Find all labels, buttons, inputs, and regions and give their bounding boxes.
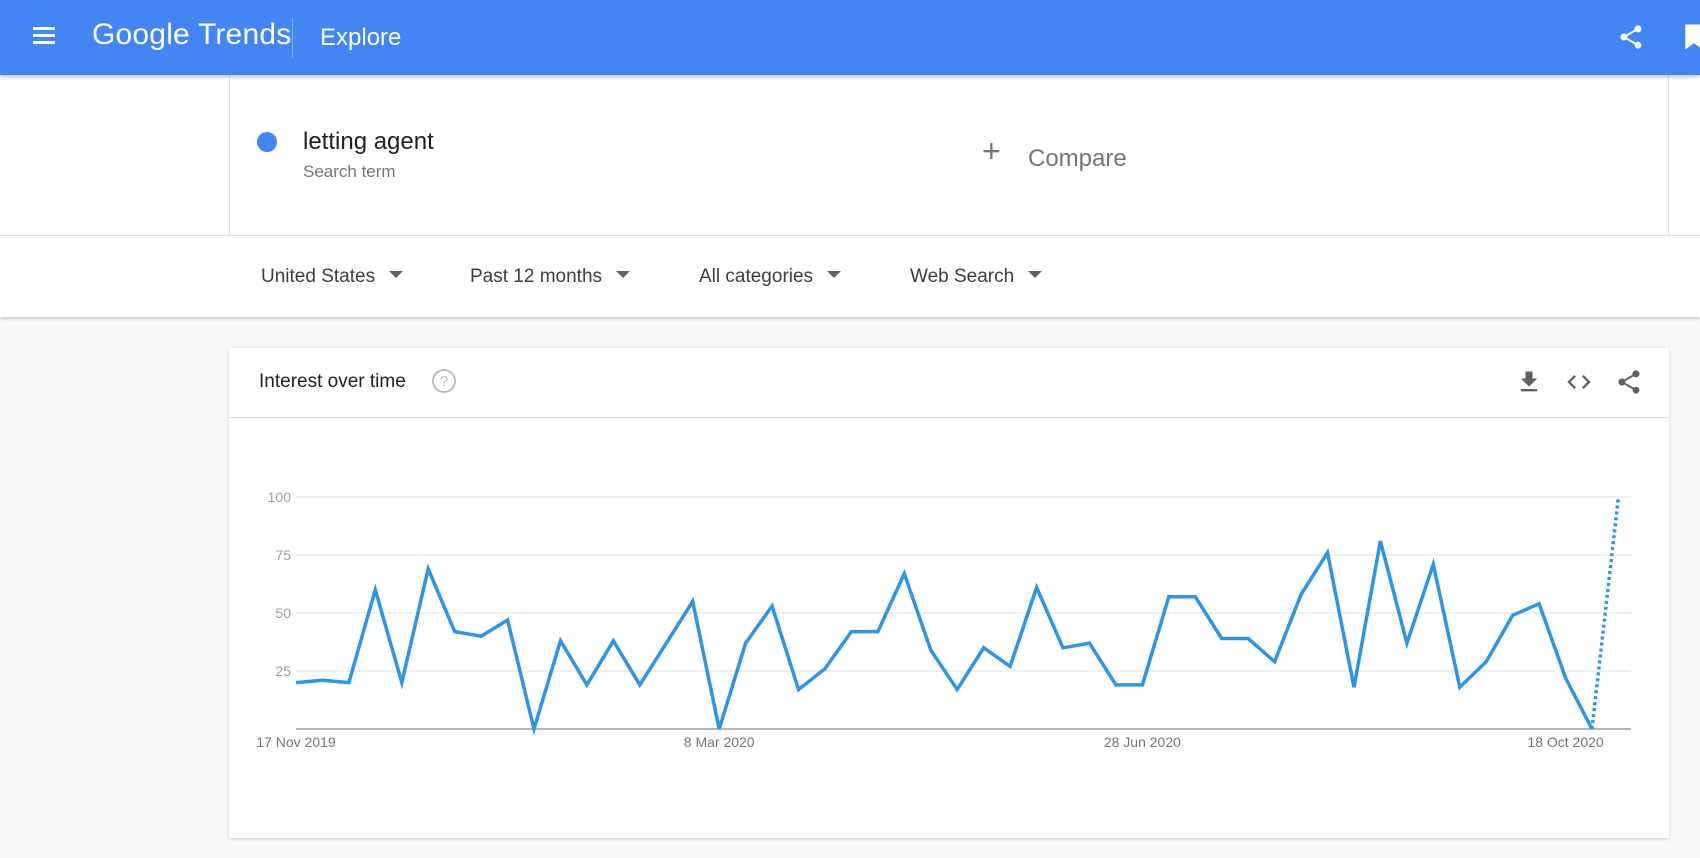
search-type-dropdown[interactable]: Web Search (910, 266, 1043, 288)
x-tick-label: 28 Jun 2020 (1104, 734, 1181, 750)
top-app-bar: Google Trends Explore (0, 0, 1700, 75)
compare-button[interactable]: + Compare (949, 75, 1669, 235)
term-color-dot (257, 132, 277, 152)
filter-bar: United States Past 12 months All categor… (0, 235, 1700, 317)
menu-icon[interactable] (28, 24, 60, 52)
y-tick-label: 75 (275, 547, 291, 563)
search-type-label: Web Search (910, 266, 1015, 287)
series-line[interactable] (295, 540, 1594, 736)
share-icon[interactable] (1617, 22, 1645, 52)
compare-label: Compare (1028, 145, 1127, 172)
bookmark-icon[interactable] (1684, 22, 1700, 52)
x-tick-label: 8 Mar 2020 (684, 734, 755, 750)
time-range-label: Past 12 months (470, 266, 603, 287)
google-trends-logo[interactable]: Google Trends (92, 18, 291, 52)
region-dropdown[interactable]: United States (261, 266, 404, 288)
interest-over-time-card: Interest over time ? 25 50 75 100 17 Nov 201… (229, 348, 1669, 838)
category-dropdown[interactable]: All categories (699, 266, 842, 288)
search-term-card[interactable]: letting agent Search term (229, 75, 950, 235)
logo-trends-text: Trends (197, 18, 292, 51)
chevron-down-icon (1028, 271, 1043, 279)
chevron-down-icon (389, 271, 404, 279)
header-divider (292, 18, 293, 58)
y-tick-label: 25 (275, 663, 291, 679)
search-term-text[interactable]: letting agent (303, 128, 434, 156)
chevron-down-icon (827, 271, 842, 279)
y-tick-label: 50 (275, 605, 291, 621)
interest-chart: 25 50 75 100 17 Nov 2019 8 Mar 2020 28 Jun 202… (256, 489, 1631, 750)
y-tick-label: 100 (268, 489, 292, 505)
time-range-dropdown[interactable]: Past 12 months (470, 266, 631, 288)
logo-google-text: Google (92, 18, 190, 51)
region-label: United States (261, 266, 376, 287)
chevron-down-icon (616, 271, 631, 279)
search-term-subtitle: Search term (303, 162, 396, 181)
page-title: Explore (320, 24, 402, 51)
x-tick-label: 18 Oct 2020 (1527, 734, 1603, 750)
category-label: All categories (699, 266, 814, 287)
add-icon: + (982, 133, 1001, 169)
x-tick-label: 17 Nov 2019 (256, 734, 336, 750)
